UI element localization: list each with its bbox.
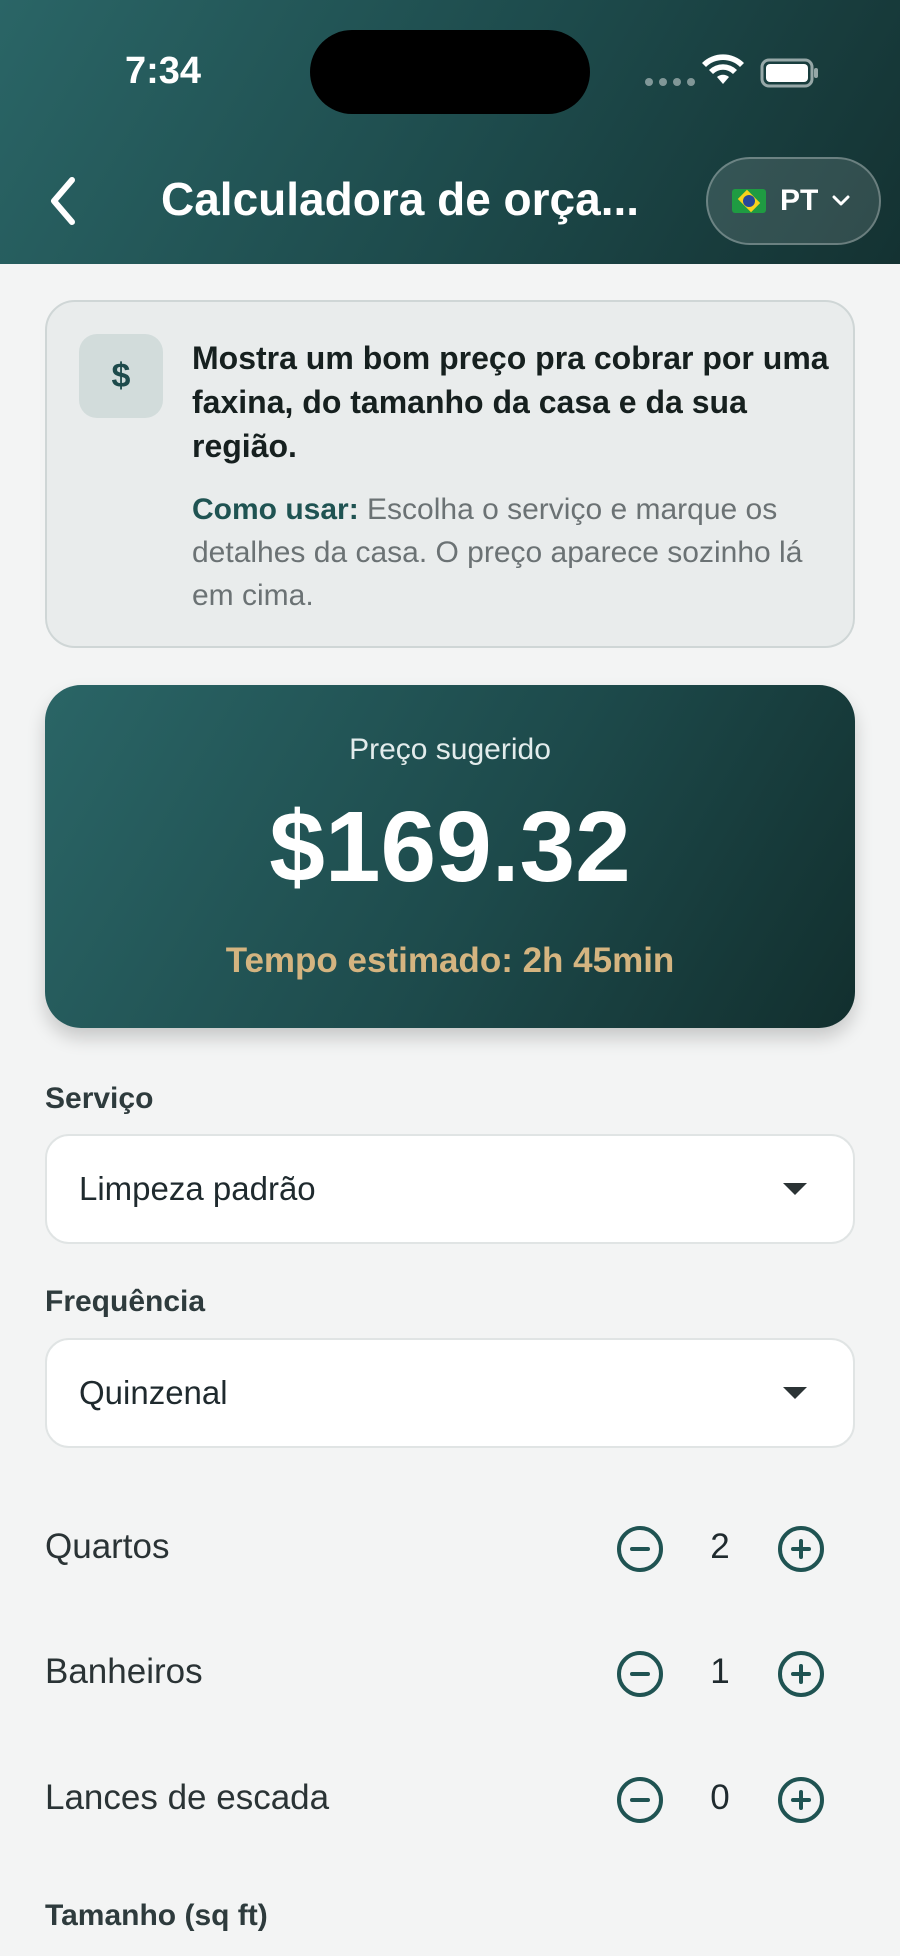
price-value: $169.32: [269, 791, 631, 903]
wifi-icon: [702, 54, 744, 84]
size-label: Tamanho (sq ft): [45, 1899, 268, 1932]
how-to-text: Como usar: Escolha o serviço e marque os…: [192, 488, 832, 617]
dollar-icon: $: [79, 334, 163, 418]
bedrooms-decrement-button[interactable]: [617, 1526, 663, 1572]
service-value: Limpeza padrão: [79, 1170, 316, 1207]
bathrooms-value: 1: [710, 1652, 730, 1691]
back-arrow-icon[interactable]: [40, 168, 90, 234]
stairs-decrement-button[interactable]: [617, 1777, 663, 1823]
chevron-down-icon: [832, 195, 850, 206]
language-selector[interactable]: PT: [706, 157, 881, 245]
language-code: PT: [780, 184, 819, 217]
stairs-value: 0: [710, 1778, 730, 1817]
info-description: Mostra um bom preço pra cobrar por uma f…: [192, 340, 829, 464]
bedrooms-increment-button[interactable]: [778, 1526, 824, 1572]
service-label: Serviço: [45, 1082, 154, 1115]
status-time: 7:34: [125, 50, 202, 92]
info-card: $ Mostra um bom preço pra cobrar por uma…: [45, 300, 855, 648]
how-to-label: Como usar:: [192, 493, 359, 526]
bedrooms-value: 2: [710, 1527, 730, 1566]
stairs-increment-button[interactable]: [778, 1777, 824, 1823]
brazil-flag-icon: [732, 189, 766, 213]
price-label: Preço sugerido: [349, 733, 551, 766]
price-card: Preço sugerido $169.32 Tempo estimado: 2…: [45, 685, 855, 1028]
stairs-label: Lances de escada: [45, 1778, 330, 1817]
frequency-label: Frequência: [45, 1285, 206, 1318]
bathrooms-increment-button[interactable]: [778, 1651, 824, 1697]
app-header: 7:34 Calculadora de orça... PT: [0, 0, 900, 264]
frequency-select[interactable]: Quinzenal: [45, 1338, 855, 1448]
dropdown-caret-icon: [783, 1183, 807, 1195]
cellular-signal-icon: [645, 78, 695, 86]
dropdown-caret-icon: [783, 1387, 807, 1399]
bathrooms-decrement-button[interactable]: [617, 1651, 663, 1697]
frequency-value: Quinzenal: [79, 1374, 228, 1411]
page-title: Calculadora de orça...: [161, 173, 640, 225]
battery-icon: [760, 58, 818, 88]
dynamic-island: [310, 30, 590, 114]
service-select[interactable]: Limpeza padrão: [45, 1134, 855, 1244]
estimated-time: Tempo estimado: 2h 45min: [225, 941, 675, 980]
bedrooms-label: Quartos: [45, 1527, 170, 1566]
bathrooms-label: Banheiros: [45, 1652, 203, 1691]
